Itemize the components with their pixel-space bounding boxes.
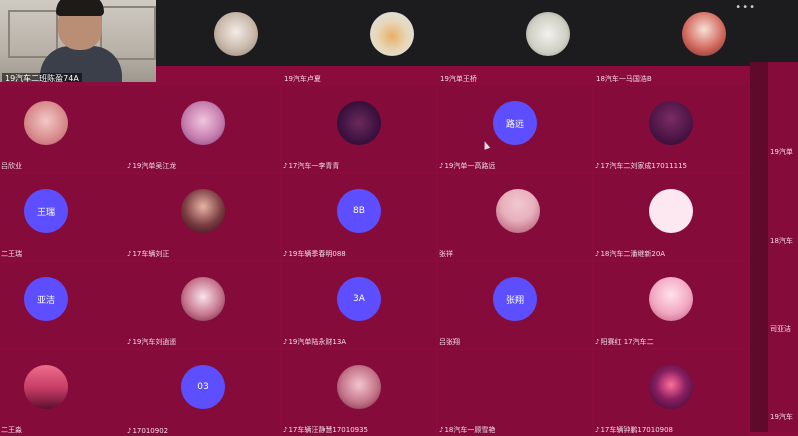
participant-name: 18汽车一马国浩B — [596, 75, 652, 83]
participant-name: ♪阳赛红 17汽车二 — [595, 338, 654, 346]
participant-tile[interactable]: ♪19汽单吴江龙 — [126, 86, 280, 172]
participant-avatar — [337, 101, 381, 145]
speaker-name: 19汽车二班陈盈74A — [2, 73, 82, 82]
top-participant-tile[interactable] — [314, 0, 468, 64]
participant-avatar — [214, 12, 258, 56]
participant-avatar — [526, 12, 570, 56]
participant-name: ♪18汽车一顾雪艳 — [439, 426, 496, 434]
participant-name: 19汽单王桥 — [440, 75, 477, 83]
microphone-icon: ♪ — [595, 338, 600, 346]
participant-avatar — [181, 189, 225, 233]
participant-name: 18汽车 — [770, 237, 793, 245]
participant-name: ♪19汽车刘逍遥 — [127, 338, 177, 346]
microphone-icon: ♪ — [439, 162, 444, 170]
microphone-icon: ♪ — [127, 250, 132, 258]
participant-tile[interactable]: 8B ♪19车辆季春明088 — [282, 174, 436, 260]
participant-avatar — [649, 101, 693, 145]
participant-avatar — [649, 365, 693, 409]
participant-tile[interactable]: 3A ♪19汽单陆永财13A — [282, 262, 436, 348]
microphone-icon: ♪ — [595, 250, 600, 258]
bookshelf — [8, 10, 58, 58]
participant-name: ♪17010902 — [127, 427, 169, 435]
participant-name: ♪17车辆汪静慧17010935 — [283, 426, 369, 434]
participant-name: 二王瑞 — [1, 250, 22, 258]
participant-initials-avatar: 03 — [181, 365, 225, 409]
participant-name: 司亚洁 — [770, 325, 791, 333]
microphone-icon: ♪ — [283, 338, 288, 346]
participant-name: 吕张翔 — [439, 338, 460, 346]
participant-initials-avatar: 3A — [337, 277, 381, 321]
participant-tile[interactable]: 路远 ♪19汽单一高路远 — [438, 86, 592, 172]
participant-name: 张祥 — [439, 250, 453, 258]
participant-name: ♪17车辆钟鹏17010908 — [595, 426, 674, 434]
participant-initials-avatar: 张翔 — [493, 277, 537, 321]
participant-name: 吕欣业 — [1, 162, 22, 170]
participant-name: ♪19汽单一高路远 — [439, 162, 496, 170]
participant-name: 19汽车卢夏 — [284, 75, 321, 83]
participant-tile[interactable]: ♪18汽车二潘继新20A — [594, 174, 748, 260]
participant-name: ♪19汽单陆永财13A — [283, 338, 347, 346]
participant-avatar — [337, 365, 381, 409]
microphone-icon: ♪ — [283, 250, 288, 258]
side-participant-column — [768, 62, 798, 432]
participant-tile[interactable]: ♪17汽车一李青青 — [282, 86, 436, 172]
participant-avatar — [181, 277, 225, 321]
top-participant-tile[interactable] — [470, 0, 624, 64]
participant-name: 二王淼 — [1, 426, 22, 434]
participant-avatar — [496, 189, 540, 233]
participant-tile[interactable]: ♪17车辆刘正 — [126, 174, 280, 260]
microphone-icon: ♪ — [283, 162, 288, 170]
participant-tile[interactable]: 03 ♪17010902 — [126, 350, 280, 436]
more-options-icon[interactable]: ••• — [735, 2, 756, 13]
participant-tile[interactable]: ♪17车辆钟鹏17010908 — [594, 350, 748, 436]
participant-avatar — [24, 365, 68, 409]
participant-initials-avatar: 路远 — [493, 101, 537, 145]
microphone-icon: ♪ — [127, 427, 132, 435]
participant-avatar — [181, 101, 225, 145]
participant-name: ♪17汽车二刘家成17011115 — [595, 162, 688, 170]
top-participant-tile[interactable]: ••• — [626, 0, 780, 64]
participant-avatar — [682, 12, 726, 56]
participant-name: 19汽车 — [770, 413, 793, 421]
speaker-hair — [56, 0, 104, 16]
top-participant-tile[interactable] — [158, 0, 312, 64]
participant-name: ♪18汽车二潘继新20A — [595, 250, 666, 258]
participant-tile[interactable]: 张翔 吕张翔 — [438, 262, 592, 348]
participant-tile[interactable]: 张祥 — [438, 174, 592, 260]
participant-initials-avatar: 8B — [337, 189, 381, 233]
participant-name: ♪17汽车一李青青 — [283, 162, 340, 170]
active-speaker-video[interactable]: 19汽车二班陈盈74A — [0, 0, 156, 82]
participant-name: 19汽单 — [770, 148, 793, 156]
microphone-icon: ♪ — [127, 162, 132, 170]
participant-tile[interactable]: ♪18汽车一顾雪艳 — [438, 350, 592, 436]
microphone-icon: ♪ — [439, 426, 444, 434]
participant-avatar — [649, 277, 693, 321]
participant-initials-avatar: 王瑞 — [24, 189, 68, 233]
microphone-icon: ♪ — [127, 338, 132, 346]
participant-tile[interactable]: ♪17车辆汪静慧17010935 — [282, 350, 436, 436]
participant-avatar — [24, 101, 68, 145]
participant-tile[interactable]: ♪17汽车二刘家成17011115 — [594, 86, 748, 172]
participant-avatar — [370, 12, 414, 56]
participant-name: ♪19汽单吴江龙 — [127, 162, 177, 170]
participant-name: ♪19车辆季春明088 — [283, 250, 346, 258]
participant-tile[interactable]: ♪19汽车刘逍遥 — [126, 262, 280, 348]
gallery-scrollbar[interactable] — [750, 62, 768, 432]
participant-avatar — [649, 189, 693, 233]
microphone-icon: ♪ — [595, 426, 600, 434]
microphone-icon: ♪ — [283, 426, 288, 434]
participant-initials-avatar: 亚洁 — [24, 277, 68, 321]
participant-name: ♪17车辆刘正 — [127, 250, 170, 258]
microphone-icon: ♪ — [595, 162, 600, 170]
participant-tile[interactable]: ♪阳赛红 17汽车二 — [594, 262, 748, 348]
